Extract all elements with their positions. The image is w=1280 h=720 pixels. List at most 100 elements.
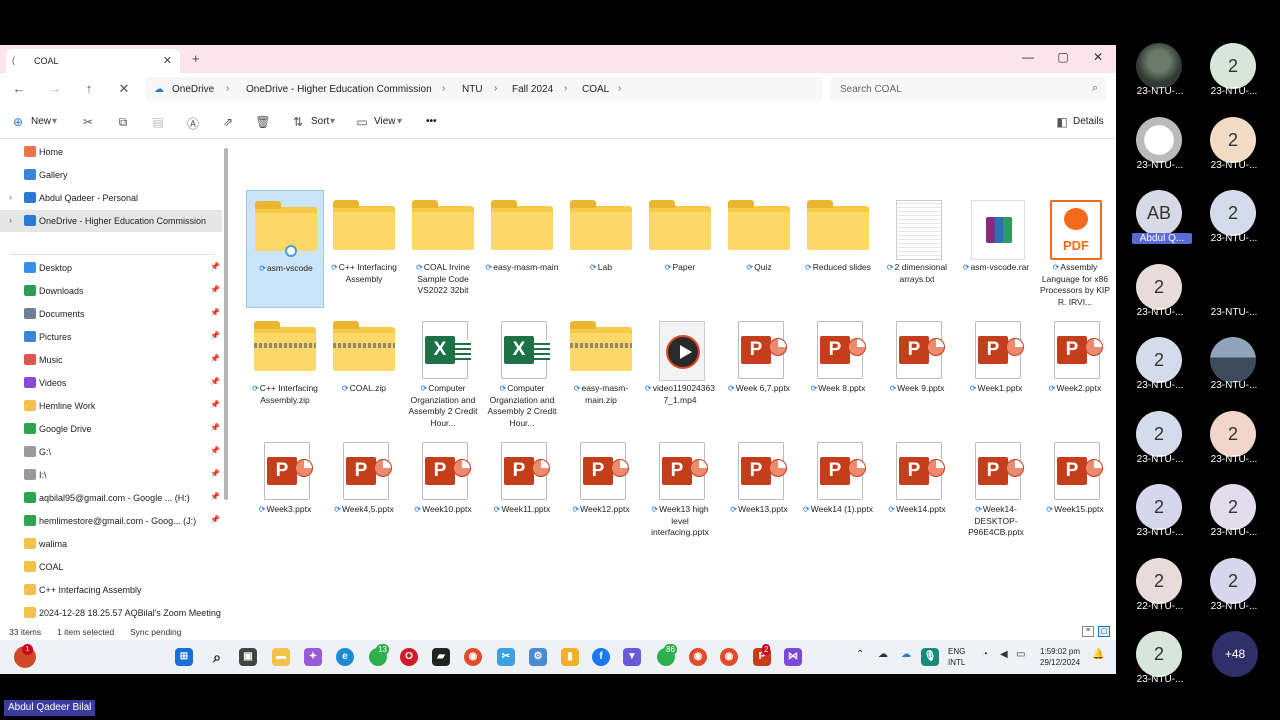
wifi-icon[interactable]: ◔ [982, 649, 988, 660]
sidebar-item[interactable]: hemlimestore@gmail.com - Goog... (J:) 📌 [0, 510, 222, 532]
sidebar-item[interactable]: › OneDrive - Higher Education Commission [0, 210, 222, 232]
breadcrumb-ntu[interactable]: NTU [462, 84, 483, 95]
copy-icon[interactable]: ⧉ [115, 115, 131, 130]
close-button[interactable]: ✕ [1088, 50, 1108, 64]
file-item[interactable]: P ⟳Week 8.pptx [799, 311, 877, 429]
file-item[interactable]: X ⟳Computer Organziation and Assembly 2 C… [404, 311, 482, 429]
cut-icon[interactable]: ✂ [80, 115, 96, 129]
search-input[interactable]: Search COAL [840, 84, 902, 95]
file-item[interactable]: ⟳COAL Irvine Sample Code VS2022 32bit [404, 190, 482, 308]
battery-icon[interactable]: ▭ [1016, 649, 1025, 660]
file-item[interactable]: ⟳2 dimensional arrays.txt [878, 190, 956, 308]
details-button[interactable]: Details [1073, 116, 1104, 127]
file-item[interactable]: ⟳Reduced slides [799, 190, 877, 308]
start-icon[interactable]: ⊞ [175, 648, 193, 666]
sort-button[interactable]: Sort [311, 116, 329, 127]
sidebar-item[interactable]: Google Drive 📌 [0, 418, 222, 440]
task-view-icon[interactable]: ▣ [239, 648, 257, 666]
participant-tile[interactable]: 2 23-NTU-... [1194, 43, 1274, 113]
file-item[interactable]: P ⟳Week14-DESKTOP-P96E4CB.pptx [957, 432, 1035, 550]
breadcrumb-onedrive[interactable]: OneDrive [172, 84, 214, 95]
onedrive-tray-icon[interactable]: ☁ [878, 649, 888, 660]
file-item[interactable]: P ⟳Week1.pptx [957, 311, 1035, 429]
search-icon[interactable]: ⌕ [208, 648, 226, 666]
participant-tile[interactable]: 2 23-NTU-... [1194, 190, 1274, 260]
sidebar-item[interactable]: Gallery [0, 164, 222, 186]
up-button[interactable]: ↑ [80, 81, 98, 96]
file-item[interactable]: P ⟳Week14.pptx [878, 432, 956, 550]
clock-time[interactable]: 1:59:02 pm [1040, 646, 1080, 657]
participant-tile[interactable]: 2 22-NTU-... [1120, 557, 1200, 628]
more-participants-button[interactable]: +48 [1212, 631, 1258, 677]
file-item[interactable]: P ⟳Week11.pptx [483, 432, 561, 550]
breadcrumb-coal[interactable]: COAL [582, 84, 609, 95]
file-item[interactable]: ⟳video1190243637_1.mp4 [641, 311, 719, 429]
language-top[interactable]: ENG [948, 646, 965, 657]
opera-icon[interactable]: O [400, 648, 418, 666]
file-item[interactable]: ⟳C++ Interfacing Assembly [325, 190, 403, 308]
search-box[interactable]: Search COAL ⌕ [830, 77, 1106, 101]
file-item[interactable]: P ⟳Week14 (1).pptx [799, 432, 877, 550]
file-item[interactable]: ⟳Lab [562, 190, 640, 308]
file-item[interactable]: ⟳COAL.zip [325, 311, 403, 429]
more-options-button[interactable]: ••• [426, 116, 437, 127]
participant-tile[interactable]: 23-NTU-... [1120, 116, 1200, 187]
file-item[interactable]: X ⟳Computer Organziation and Assembly 2 C… [483, 311, 561, 429]
notification-bell-icon[interactable]: 🔔 [1092, 649, 1104, 660]
chevron-right-icon[interactable]: › [9, 192, 12, 202]
details-view-toggle[interactable]: ≡ [1082, 626, 1094, 637]
chrome-profile-icon[interactable]: ◉ [689, 648, 707, 666]
chrome-profile2-icon[interactable]: ◉ [720, 648, 738, 666]
minimize-button[interactable]: — [1018, 50, 1038, 64]
file-item[interactable]: P ⟳Week12.pptx [562, 432, 640, 550]
sidebar-item[interactable]: Downloads 📌 [0, 280, 222, 302]
tray-chevron-up-icon[interactable]: ⌃ [856, 649, 864, 660]
file-item[interactable]: ⟳Quiz [720, 190, 798, 308]
participant-tile[interactable]: 23-NTU-... [1194, 263, 1274, 334]
tab-coal[interactable]: ( COAL ✕ [6, 49, 180, 73]
files-icon[interactable]: ▮ [561, 648, 579, 666]
sidebar-item[interactable]: Home [0, 141, 222, 163]
file-item[interactable]: ⟳asm-vscode [246, 190, 324, 308]
sidebar-item[interactable]: I:\ 📌 [0, 464, 222, 486]
file-item[interactable]: P ⟳Week3.pptx [246, 432, 324, 550]
sidebar-item[interactable]: Hemline Work 📌 [0, 395, 222, 417]
visual-studio-icon[interactable]: ⋈ [784, 648, 802, 666]
file-item[interactable]: P ⟳Week13.pptx [720, 432, 798, 550]
facebook-icon[interactable]: f [592, 648, 610, 666]
snipping-tool-icon[interactable]: ✂ [497, 648, 515, 666]
microphone-icon[interactable]: 🎙 [921, 648, 939, 666]
participant-tile[interactable]: 2 23-NTU-... [1120, 337, 1200, 407]
tab-close-icon[interactable]: ✕ [163, 54, 172, 67]
maximize-button[interactable]: ▢ [1053, 50, 1073, 64]
file-item[interactable]: PDF ⟳Assembly Language for x86 Processors… [1036, 190, 1114, 308]
file-item[interactable]: P ⟳Week13 high level interfacing.pptx [641, 432, 719, 550]
onedrive-sync-icon[interactable]: ☁ [901, 649, 911, 660]
new-tab-button[interactable]: + [192, 51, 200, 66]
sidebar-scrollbar[interactable] [224, 148, 228, 500]
volume-icon[interactable]: ◀ [1000, 649, 1008, 660]
file-item[interactable]: ⟳easy-masm-main [483, 190, 561, 308]
participant-tile[interactable]: 2 23-NTU-... [1194, 484, 1274, 554]
sidebar-item[interactable]: Videos 📌 [0, 372, 222, 394]
file-item[interactable]: P ⟳Week 6,7.pptx [720, 311, 798, 429]
participant-tile[interactable]: 23-NTU-... [1194, 337, 1274, 407]
edge-icon[interactable]: e [336, 648, 354, 666]
file-explorer-icon[interactable]: ▬ [272, 648, 290, 666]
share-icon[interactable]: ⇗ [220, 115, 236, 129]
new-button[interactable]: New [31, 116, 51, 127]
delete-icon[interactable]: 🗑 [255, 115, 271, 129]
file-item[interactable]: ⟳C++ Interfacing Assembly.zip [246, 311, 324, 429]
sidebar-item[interactable]: aqbilal95@gmail.com - Google ... (H:) 📌 [0, 487, 222, 509]
file-item[interactable]: P ⟳Week15.pptx [1036, 432, 1114, 550]
back-button[interactable]: ← [10, 81, 28, 96]
participant-tile[interactable]: 2 23-NTU-... [1194, 557, 1274, 628]
participant-tile[interactable]: 2 23-NTU-... [1120, 263, 1200, 334]
clock-date[interactable]: 29/12/2024 [1040, 657, 1080, 668]
sidebar-item[interactable]: C++ Interfacing Assembly [0, 579, 222, 601]
breadcrumb-fall-2024[interactable]: Fall 2024 [512, 84, 553, 95]
participant-tile[interactable]: 2 23-NTU-... [1120, 631, 1200, 701]
paste-icon[interactable]: ▤ [150, 115, 166, 129]
file-item[interactable]: P ⟳Week10.pptx [404, 432, 482, 550]
sidebar-item[interactable]: G:\ 📌 [0, 441, 222, 463]
